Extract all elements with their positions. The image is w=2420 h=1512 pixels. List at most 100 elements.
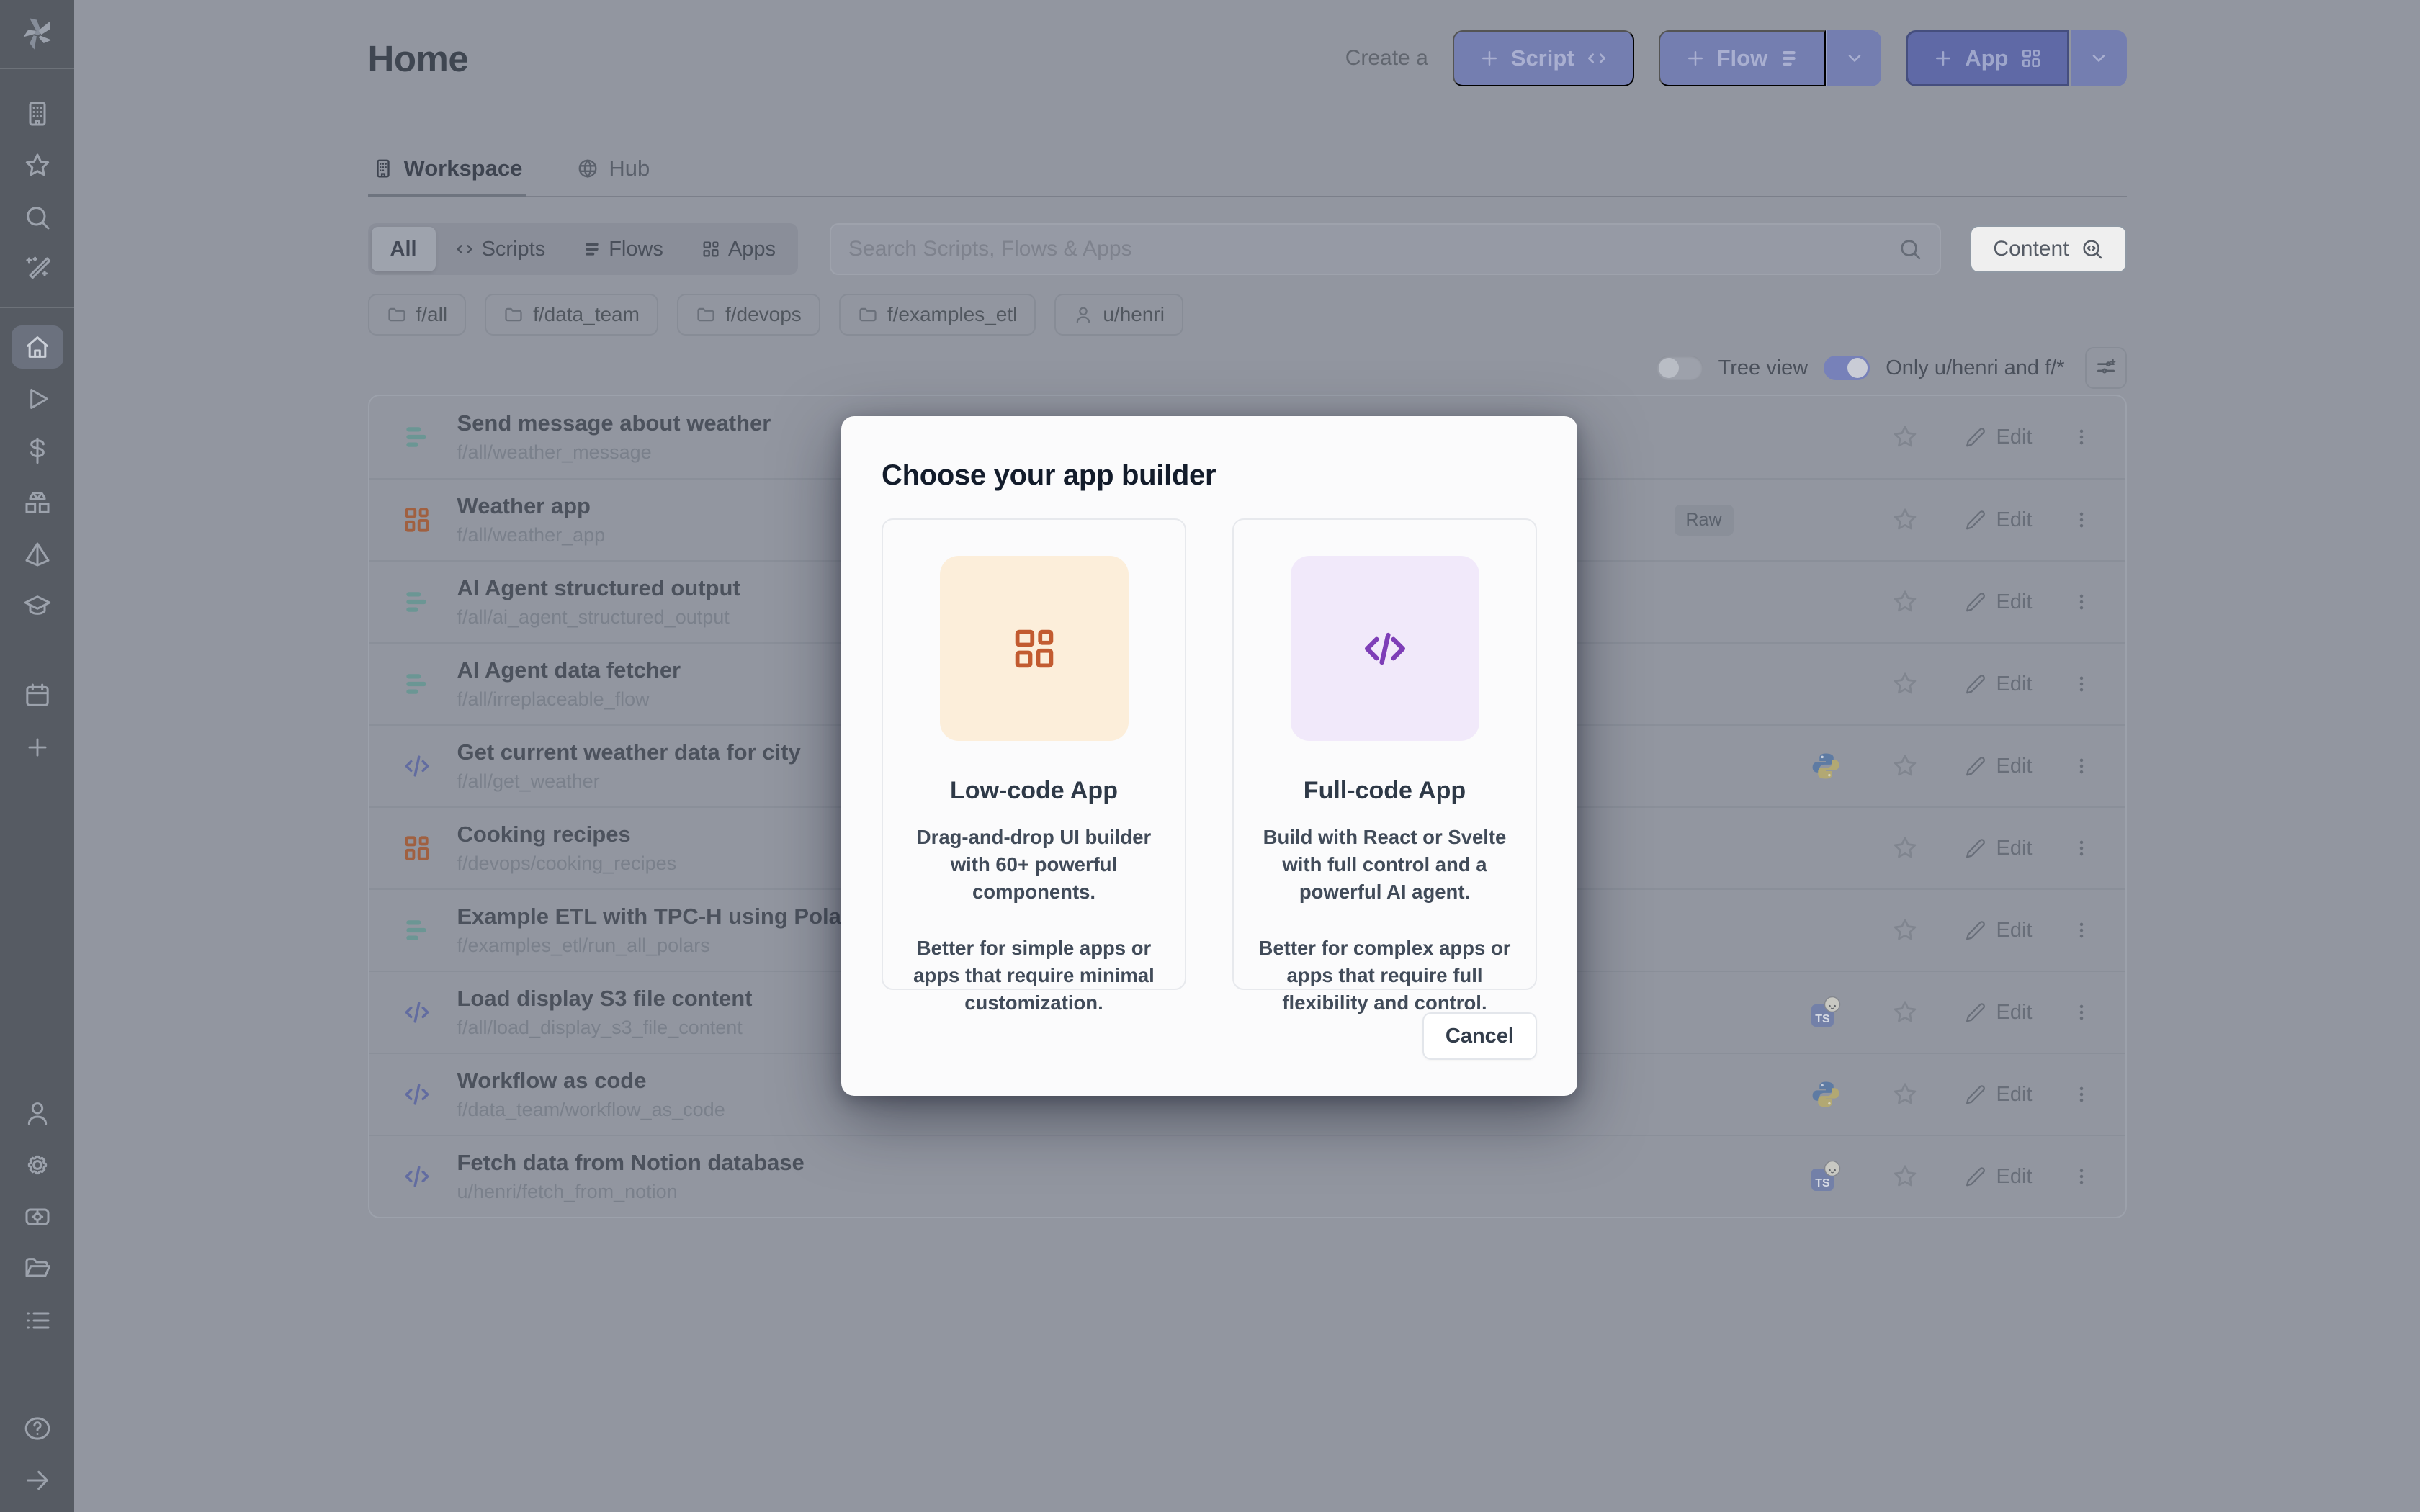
sidebar-item-workspaces[interactable] [0, 91, 74, 137]
tree-view-toggle[interactable] [1657, 356, 1703, 380]
favorite-star-button[interactable] [1869, 423, 1941, 451]
full-code-app-option[interactable]: Full-code App Build with React or Svelte… [1232, 518, 1537, 990]
calendar-icon [23, 681, 52, 710]
sidebar-collapse-button[interactable] [0, 1457, 74, 1503]
favorite-star-button[interactable] [1869, 752, 1941, 780]
owner-filter-toggle[interactable] [1824, 356, 1870, 380]
svg-text:TS: TS [1815, 1013, 1830, 1025]
kind-filter-all[interactable]: All [372, 227, 436, 271]
sidebar-item-folders[interactable] [0, 1246, 74, 1292]
sidebar-item-ai[interactable] [0, 246, 74, 292]
create-flow-dropdown[interactable] [1826, 30, 1881, 86]
chevron-down-icon [2089, 48, 2109, 68]
chip-f-data-team[interactable]: f/data_team [485, 294, 658, 336]
item-title: Weather app [457, 493, 591, 518]
sidebar-item-logs[interactable] [0, 1297, 74, 1344]
pencil-icon [1965, 755, 1986, 777]
edit-button[interactable]: Edit [1941, 508, 2056, 532]
user-icon [23, 1099, 52, 1128]
edit-button[interactable]: Edit [1941, 672, 2056, 696]
sidebar-item-account[interactable] [0, 1090, 74, 1136]
favorite-star-button[interactable] [1869, 506, 1941, 534]
tab-workspace[interactable]: Workspace [368, 156, 527, 196]
list-item[interactable]: Fetch data from Notion databaseu/henri/f… [369, 1135, 2125, 1217]
create-flow-button[interactable]: Flow [1659, 30, 1827, 86]
chip-f-all[interactable]: f/all [368, 294, 467, 336]
more-options-button[interactable] [2056, 1002, 2107, 1023]
favorite-star-button[interactable] [1869, 999, 1941, 1026]
pencil-icon [1965, 837, 1986, 859]
sidebar-item-home[interactable] [0, 324, 74, 370]
edit-button[interactable]: Edit [1941, 1001, 2056, 1025]
kebab-icon [2071, 509, 2092, 531]
app-builder-modal: Choose your app builder Low-code App Dra… [841, 416, 1577, 1096]
low-code-app-option[interactable]: Low-code App Drag-and-drop UI builder wi… [882, 518, 1186, 990]
edit-button[interactable]: Edit [1941, 919, 2056, 942]
content-search-button[interactable]: Content [1970, 225, 2126, 273]
page-title: Home [368, 37, 469, 80]
item-title: AI Agent data fetcher [457, 657, 681, 683]
search-input[interactable] [848, 237, 1886, 261]
kind-filter-scripts[interactable]: Scripts [436, 227, 565, 271]
edit-button[interactable]: Edit [1941, 755, 2056, 778]
folder-icon [387, 305, 407, 325]
sidebar-item-settings[interactable] [0, 1142, 74, 1188]
sidebar-item-create[interactable] [0, 724, 74, 770]
more-options-button[interactable] [2056, 755, 2107, 777]
edit-button[interactable]: Edit [1941, 590, 2056, 614]
chip-u-henri[interactable]: u/henri [1054, 294, 1183, 336]
edit-button[interactable]: Edit [1941, 1165, 2056, 1189]
more-options-button[interactable] [2056, 509, 2107, 531]
owner-filter-label: Only u/henri and f/* [1886, 356, 2064, 380]
sidebar-item-favorites[interactable] [0, 143, 74, 189]
sidebar [0, 0, 74, 1512]
favorite-star-button[interactable] [1869, 1163, 1941, 1190]
chevron-down-icon [1845, 48, 1865, 68]
sidebar-item-search[interactable] [0, 194, 74, 240]
more-options-button[interactable] [2056, 919, 2107, 941]
sidebar-item-resources[interactable] [0, 480, 74, 526]
create-app-dropdown[interactable] [2071, 30, 2127, 86]
more-options-button[interactable] [2056, 673, 2107, 695]
tab-hub[interactable]: Hub [573, 156, 654, 196]
edit-button[interactable]: Edit [1941, 837, 2056, 860]
sidebar-item-workers[interactable] [0, 1194, 74, 1240]
create-app-split: App [1906, 30, 2126, 86]
favorite-star-button[interactable] [1869, 670, 1941, 698]
sidebar-item-variables[interactable] [0, 428, 74, 474]
plus-icon [24, 734, 51, 761]
favorite-star-button[interactable] [1869, 588, 1941, 616]
star-icon [1891, 423, 1919, 451]
create-script-button[interactable]: Script [1453, 30, 1634, 86]
sidebar-item-help[interactable] [0, 1405, 74, 1452]
chip-f-examples-etl[interactable]: f/examples_etl [839, 294, 1036, 336]
sidebar-item-tutorials[interactable] [0, 583, 74, 629]
more-options-button[interactable] [2056, 1084, 2107, 1105]
sidebar-item-schedules[interactable] [0, 672, 74, 719]
favorite-star-button[interactable] [1869, 834, 1941, 862]
more-options-button[interactable] [2056, 426, 2107, 448]
edit-button[interactable]: Edit [1941, 1083, 2056, 1107]
edit-button[interactable]: Edit [1941, 426, 2056, 449]
more-options-button[interactable] [2056, 591, 2107, 613]
pencil-icon [1965, 509, 1986, 531]
more-options-button[interactable] [2056, 837, 2107, 859]
create-app-button[interactable]: App [1906, 30, 2069, 86]
favorite-star-button[interactable] [1869, 1081, 1941, 1108]
sidebar-item-runs[interactable] [0, 376, 74, 422]
kind-filter-flows[interactable]: Flows [564, 227, 682, 271]
sidebar-item-triggers[interactable] [0, 531, 74, 577]
code-icon [1360, 624, 1410, 674]
kind-filter-apps[interactable]: Apps [682, 227, 794, 271]
building-icon [372, 158, 394, 179]
windmill-logo[interactable] [0, 0, 74, 69]
filter-options-button[interactable] [2085, 347, 2127, 389]
star-icon [23, 151, 52, 180]
favorite-star-button[interactable] [1869, 917, 1941, 944]
more-options-button[interactable] [2056, 1166, 2107, 1187]
cancel-button[interactable]: Cancel [1422, 1012, 1537, 1060]
app-type-icon [398, 504, 436, 536]
chip-f-devops[interactable]: f/devops [677, 294, 820, 336]
low-code-description: Drag-and-drop UI builder with 60+ powerf… [908, 824, 1161, 906]
star-icon [1891, 834, 1919, 862]
